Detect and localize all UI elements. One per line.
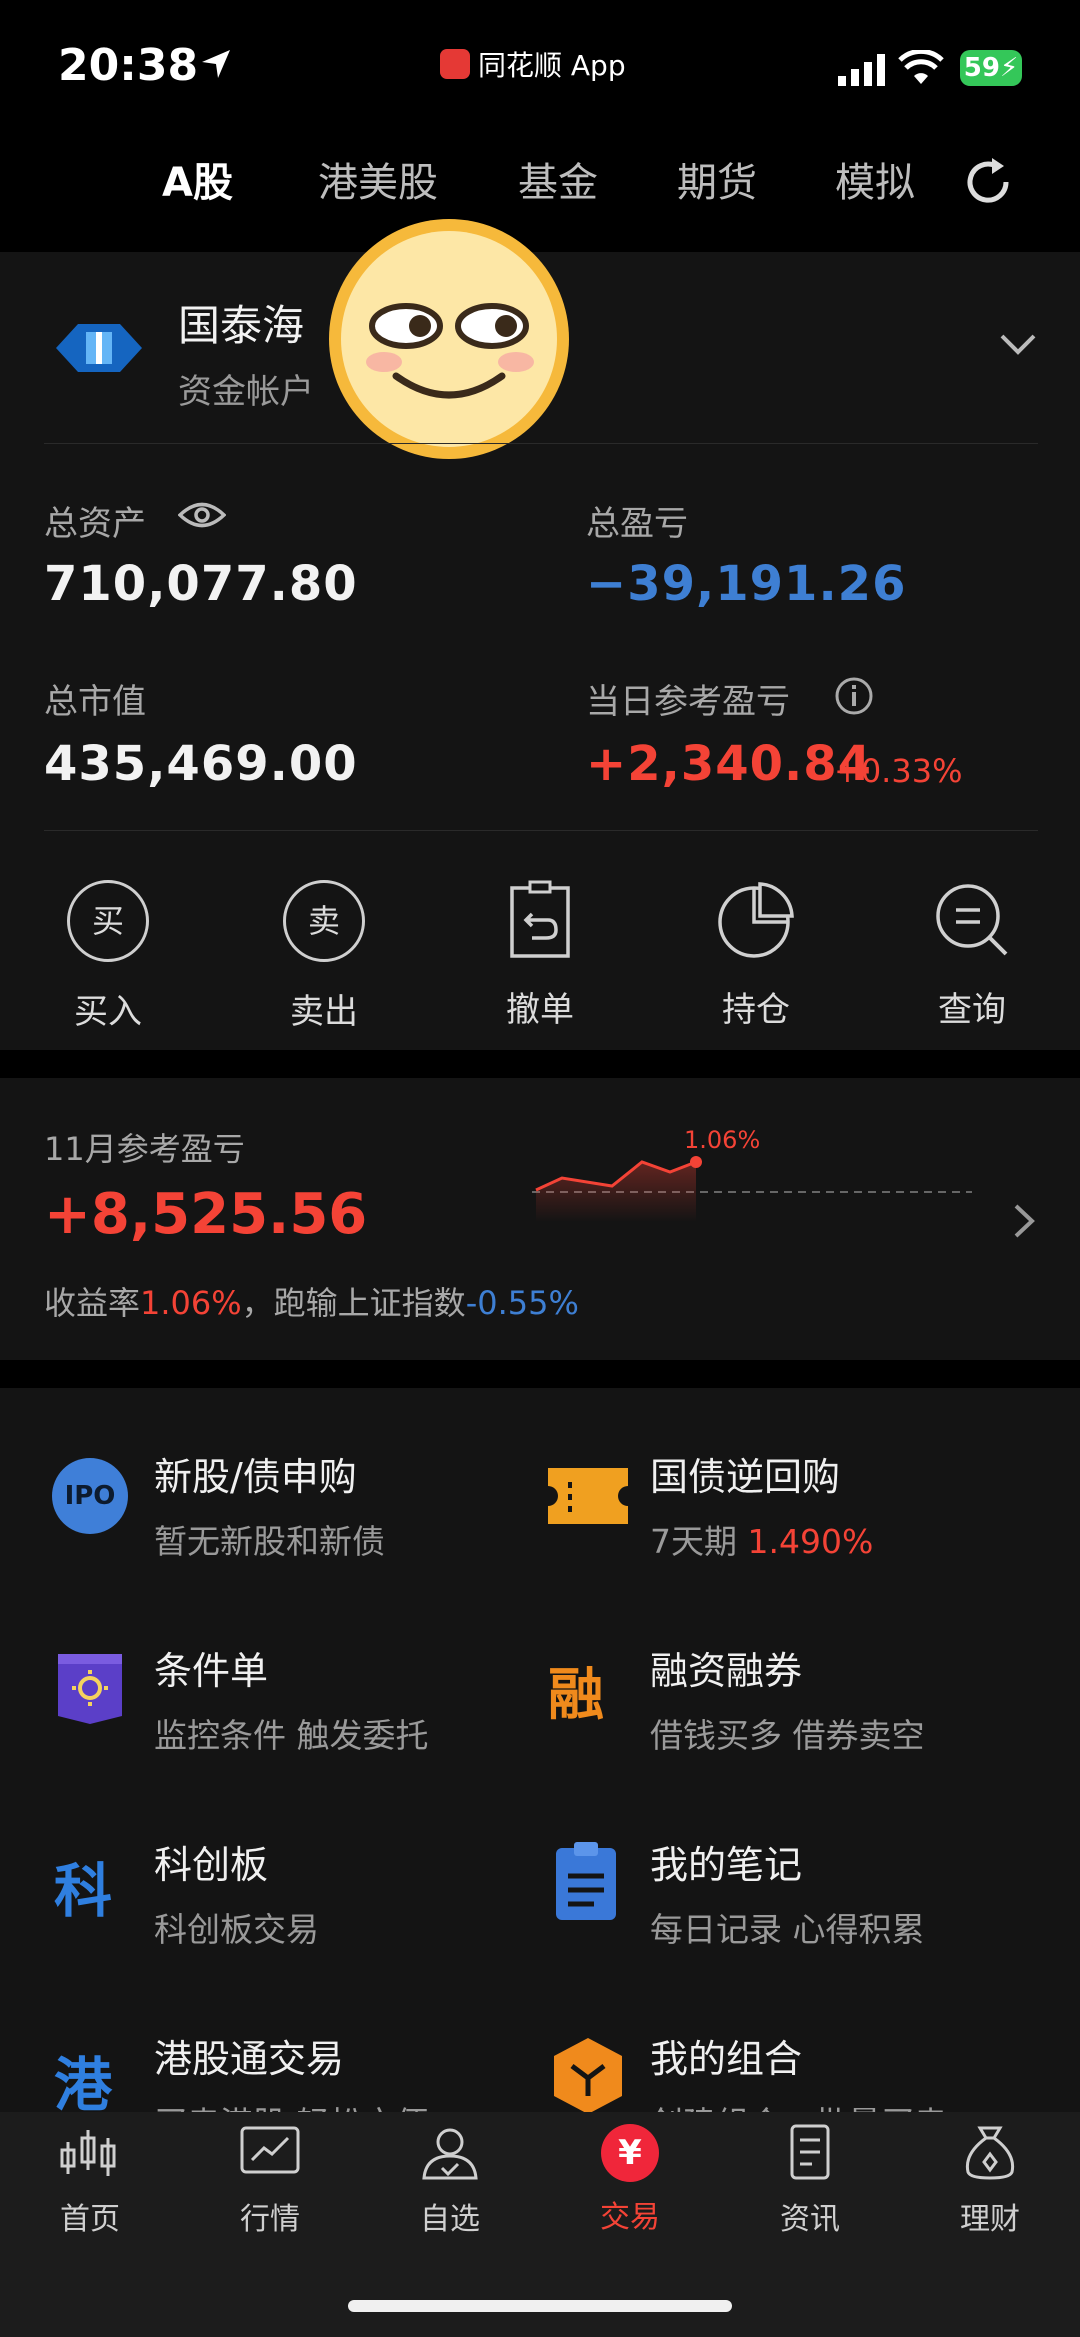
notes-icon [554, 1840, 618, 1926]
benchmark-diff-value: -0.55% [465, 1284, 579, 1322]
monthly-return-line: 收益率1.06%，跑输上证指数-0.55% [44, 1278, 579, 1324]
feature-subtitle: 借钱买多 借券卖空 [650, 1716, 925, 1755]
sell-label: 卖出 [290, 992, 358, 1032]
location-arrow-icon [200, 48, 232, 84]
home-indicator[interactable] [348, 2300, 732, 2312]
feature-title: 科创板 [154, 1843, 269, 1887]
candlestick-icon [30, 2124, 150, 2184]
nav-label: 资讯 [780, 2202, 840, 2237]
cancel-order-button[interactable]: 撤单 [480, 880, 600, 1031]
nav-label: 理财 [960, 2202, 1020, 2237]
info-icon[interactable] [834, 676, 874, 720]
nav-trade[interactable]: ¥ 交易 [570, 2124, 690, 2236]
daily-pl-value: +2,340.84 [586, 736, 873, 792]
yen-icon: ¥ [601, 2124, 659, 2182]
chevron-right-icon[interactable] [1012, 1202, 1036, 1244]
nav-label: 自选 [420, 2202, 480, 2237]
app-logo-icon [440, 49, 470, 79]
market-value-label: 总市值 [44, 682, 146, 722]
smiley-sticker [324, 214, 574, 468]
status-time: 20:38 [58, 40, 199, 91]
document-icon [750, 2124, 870, 2184]
nav-label: 行情 [240, 2202, 300, 2237]
eye-icon[interactable] [177, 500, 227, 534]
return-rate-label: 收益率 [44, 1284, 141, 1322]
query-button[interactable]: 查询 [912, 880, 1032, 1031]
feature-title: 新股/债申购 [154, 1455, 357, 1499]
signal-icon [838, 54, 888, 90]
market-value: 435,469.00 [44, 736, 358, 792]
total-pl-label: 总盈亏 [586, 504, 688, 544]
total-assets-label: 总资产 [44, 504, 146, 544]
tab-simulation[interactable]: 模拟 [835, 150, 915, 208]
total-pl-value: −39,191.26 [586, 556, 907, 612]
user-icon [390, 2124, 510, 2184]
search-icon [932, 880, 1012, 960]
divider [44, 443, 1038, 444]
feature-subtitle: 7天期 1.490% [650, 1522, 874, 1561]
wifi-icon [898, 48, 944, 90]
battery-indicator: 59⚡ [960, 50, 1022, 86]
ticket-icon [548, 1468, 628, 1528]
ipo-icon: IPO [52, 1458, 128, 1534]
benchmark-label: ，跑输上证指数 [241, 1284, 466, 1322]
feature-title: 港股通交易 [154, 2037, 345, 2081]
account-type: 资金帐户 [178, 372, 314, 412]
positions-button[interactable]: 持仓 [696, 880, 816, 1031]
feature-subtitle: 每日记录 心得积累 [650, 1910, 925, 1949]
sell-button[interactable]: 卖 卖出 [264, 880, 384, 1033]
cancel-order-label: 撤单 [506, 990, 574, 1030]
account-name[interactable]: 国泰海 [178, 292, 304, 353]
feature-title: 条件单 [154, 1649, 269, 1693]
nav-market[interactable]: 行情 [210, 2124, 330, 2238]
daily-pl-percent: +0.33% [834, 752, 963, 790]
tab-hk-us[interactable]: 港美股 [318, 150, 438, 208]
buy-label: 买入 [74, 992, 142, 1032]
sparkline-label: 1.06% [684, 1126, 761, 1154]
buy-icon: 买 [67, 880, 149, 962]
feature-subtitle: 科创板交易 [154, 1910, 319, 1949]
nav-news[interactable]: 资讯 [750, 2124, 870, 2238]
nav-home[interactable]: 首页 [30, 2124, 150, 2238]
tab-futures[interactable]: 期货 [677, 150, 757, 208]
condition-order-icon [54, 1640, 126, 1730]
pie-chart-icon [716, 880, 796, 960]
monthly-pl-label: 11月参考盈亏 [44, 1130, 245, 1168]
chevron-down-icon[interactable] [998, 332, 1038, 360]
nav-watchlist[interactable]: 自选 [390, 2124, 510, 2238]
nav-label: 交易 [600, 2200, 660, 2235]
feature-title: 我的组合 [650, 2037, 803, 2081]
nav-wealth[interactable]: 理财 [930, 2124, 1050, 2238]
status-app-indicator[interactable]: 同花顺 App [440, 44, 626, 84]
daily-pl-label: 当日参考盈亏 [586, 682, 790, 722]
feature-title: 我的笔记 [650, 1843, 803, 1887]
total-assets-value: 710,077.80 [44, 556, 358, 612]
sell-icon: 卖 [283, 880, 365, 962]
divider [44, 830, 1038, 831]
cancel-order-icon [502, 880, 578, 960]
portfolio-icon [552, 2036, 624, 2120]
positions-label: 持仓 [722, 990, 790, 1030]
sparkline-chart [532, 1152, 992, 1236]
money-bag-icon [930, 2124, 1050, 2184]
buy-button[interactable]: 买 买入 [48, 880, 168, 1033]
status-app-name: 同花顺 App [478, 49, 626, 82]
tab-a-share[interactable]: A股 [162, 150, 233, 208]
margin-icon: 融 [548, 1663, 604, 1728]
tab-fund[interactable]: 基金 [518, 150, 598, 208]
feature-subtitle: 暂无新股和新债 [154, 1522, 385, 1561]
feature-title: 国债逆回购 [650, 1455, 841, 1499]
nav-label: 首页 [60, 2202, 120, 2237]
query-label: 查询 [938, 990, 1006, 1030]
refresh-icon[interactable] [960, 154, 1016, 214]
star-market-icon: 科 [54, 1857, 113, 1925]
feature-title: 融资融券 [650, 1649, 803, 1693]
monthly-pl-value: +8,525.56 [44, 1182, 368, 1247]
feature-subtitle: 监控条件 触发委托 [154, 1716, 429, 1755]
hk-connect-icon: 港 [54, 2051, 113, 2119]
broker-logo [56, 320, 142, 380]
return-rate-value: 1.06% [140, 1284, 242, 1322]
market-chart-icon [210, 2124, 330, 2184]
